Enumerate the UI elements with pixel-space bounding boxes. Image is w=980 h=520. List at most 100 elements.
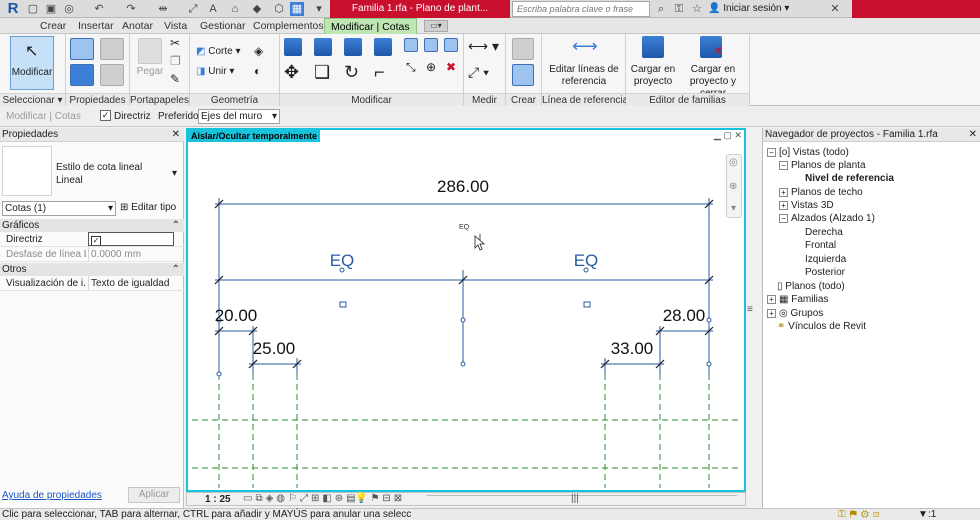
- edit-reference-lines-button[interactable]: ⟷ Editar líneas de referencia: [542, 34, 626, 90]
- text-icon[interactable]: A: [206, 2, 220, 16]
- instance-selector[interactable]: Cotas (1) ▾: [2, 201, 116, 216]
- ribbon-toggle-icon[interactable]: ▭▾: [424, 20, 448, 32]
- horizontal-scrollbar[interactable]: [427, 495, 737, 504]
- view-control-icons-2[interactable]: 💡⚑⊟⊠: [355, 493, 405, 504]
- scale-icon[interactable]: ⤡: [406, 60, 416, 75]
- tree-node-posterior[interactable]: Posterior: [805, 266, 845, 279]
- dim-text-20[interactable]: 20.00: [215, 306, 258, 325]
- exchange-icon[interactable]: ✕: [828, 2, 842, 16]
- delete-icon[interactable]: ✖: [446, 60, 456, 74]
- tab-anotar[interactable]: Anotar: [122, 18, 153, 34]
- join-button[interactable]: ◨ Unir ▾: [196, 66, 234, 77]
- aligned-dim-icon[interactable]: ⤢ ▾: [468, 64, 489, 81]
- section-graphics[interactable]: Gráficos ⌃: [0, 219, 184, 232]
- section-icon[interactable]: ◆: [250, 2, 264, 16]
- tree-node-3d-views[interactable]: + Vistas 3D: [779, 199, 834, 212]
- tree-node-families[interactable]: + ▦ Familias: [767, 293, 828, 306]
- sign-in-area[interactable]: 👤 Iniciar sesión ▾: [708, 0, 789, 18]
- grip-point[interactable]: [216, 371, 222, 377]
- copy-element-icon[interactable]: ❏: [314, 62, 330, 83]
- measure-icon[interactable]: ⇹: [156, 2, 170, 16]
- match-type-icon[interactable]: ✎: [170, 72, 180, 86]
- trim-icon[interactable]: [424, 38, 438, 52]
- move-icon[interactable]: ✥: [284, 62, 299, 83]
- favorites-icon[interactable]: ☆: [690, 2, 704, 16]
- tree-node-nivel-referencia[interactable]: Nivel de referencia: [805, 172, 894, 185]
- dim-text-eq-right[interactable]: EQ: [574, 251, 599, 270]
- directriz-checkbox[interactable]: ✓: [100, 110, 111, 121]
- properties-close-icon[interactable]: ✕: [172, 128, 180, 142]
- grip-point[interactable]: [460, 361, 466, 367]
- apply-button[interactable]: Aplicar: [128, 487, 180, 503]
- status-icons[interactable]: ⚿⚑⚙⊡: [838, 509, 883, 520]
- subscription-icon[interactable]: ⚿: [672, 2, 686, 16]
- array-icon[interactable]: [444, 38, 458, 52]
- redo-icon[interactable]: ↷: [124, 2, 138, 16]
- undo-icon[interactable]: ↶: [92, 2, 106, 16]
- tree-node-frontal[interactable]: Frontal: [805, 239, 836, 252]
- dim-text-eq-left[interactable]: EQ: [330, 251, 355, 270]
- modify-button[interactable]: ↖ Modificar: [10, 36, 54, 90]
- quick-access-dropdown-icon[interactable]: ▾: [312, 2, 326, 16]
- revit-logo-icon[interactable]: R: [2, 0, 24, 18]
- align-icon[interactable]: [284, 38, 302, 56]
- save-icon[interactable]: ▣: [44, 2, 58, 16]
- switch-windows-icon[interactable]: ▦: [290, 2, 304, 16]
- tab-gestionar[interactable]: Gestionar: [200, 18, 246, 34]
- tree-node-groups[interactable]: + ◎ Grupos: [767, 307, 823, 320]
- project-browser-close-icon[interactable]: ✕: [969, 128, 977, 142]
- tree-node-izquierda[interactable]: Izquierda: [805, 253, 846, 266]
- 3d-view-icon[interactable]: ⌂: [228, 2, 242, 16]
- prop-value-directriz[interactable]: ✓: [88, 232, 174, 246]
- type-properties-icon[interactable]: [100, 64, 124, 86]
- create-group-icon[interactable]: [512, 64, 534, 86]
- thin-lines-icon[interactable]: ⬡: [272, 2, 286, 16]
- preferido-select[interactable]: Ejes del muro ▾: [198, 109, 280, 124]
- tab-crear[interactable]: Crear: [40, 18, 66, 34]
- tab-insertar[interactable]: Insertar: [78, 18, 114, 34]
- tab-modificar-cotas[interactable]: Modificar | Cotas: [324, 18, 417, 35]
- create-similar-icon[interactable]: [512, 38, 534, 60]
- grip-point[interactable]: [706, 317, 712, 323]
- edit-type-button[interactable]: ⊞ Editar tipo: [120, 202, 176, 213]
- tree-node-sheets[interactable]: ▯ Planos (todo): [777, 280, 845, 293]
- aligned-dimension-icon[interactable]: ⤢: [186, 2, 200, 16]
- vertical-scrollbar-grip-icon[interactable]: ≡: [747, 304, 753, 315]
- cut-icon[interactable]: ✂: [170, 36, 180, 50]
- load-into-project-button[interactable]: Cargar en proyecto: [628, 34, 678, 90]
- grip-point[interactable]: [706, 361, 712, 367]
- binoculars-icon[interactable]: ⌕: [654, 2, 668, 16]
- rotate-icon[interactable]: ↻: [344, 62, 359, 83]
- grip-point[interactable]: [460, 317, 466, 323]
- dim-text-25[interactable]: 25.00: [253, 339, 296, 358]
- family-types-icon[interactable]: [70, 38, 94, 60]
- tree-node-derecha[interactable]: Derecha: [805, 226, 843, 239]
- tree-node-floor-plans[interactable]: − Planos de planta: [779, 159, 866, 172]
- pin-icon[interactable]: ⊕: [426, 60, 436, 74]
- type-selector-chevron-icon[interactable]: ▾: [172, 168, 177, 179]
- group-label-select[interactable]: Seleccionar ▾: [0, 93, 65, 106]
- view-scale[interactable]: 1 : 25: [205, 494, 231, 505]
- prop-value-offset[interactable]: 0.0000 mm: [88, 247, 174, 261]
- properties-icon[interactable]: [70, 64, 94, 86]
- tab-complementos[interactable]: Complementos: [253, 18, 324, 34]
- offset-icon[interactable]: [314, 38, 332, 56]
- sync-icon[interactable]: ◎: [62, 2, 76, 16]
- open-icon[interactable]: ▢: [26, 2, 40, 16]
- section-other[interactable]: Otros ⌃: [0, 263, 184, 276]
- tree-node-ceiling-plans[interactable]: + Planos de techo: [779, 186, 863, 199]
- family-category-icon[interactable]: [100, 38, 124, 60]
- trim-extend-icon[interactable]: ⌐: [374, 62, 385, 83]
- drag-text-grip-right[interactable]: [583, 301, 591, 308]
- dim-text-28[interactable]: 28.00: [663, 306, 706, 325]
- horizontal-scroll-grip-icon[interactable]: |||: [571, 493, 579, 504]
- filter-icon[interactable]: ▼: [918, 509, 928, 520]
- properties-help-link[interactable]: Ayuda de propiedades: [2, 490, 102, 501]
- cut-geometry-icon[interactable]: ◈: [254, 44, 263, 58]
- mirror-axis-icon[interactable]: [344, 38, 362, 56]
- dim-text-33[interactable]: 33.00: [611, 339, 654, 358]
- drawing-view[interactable]: Aislar/Ocultar temporalmente ▁ ▢ ✕ ◎ ⊕ ▾: [186, 128, 746, 492]
- drag-text-grip-left[interactable]: [339, 301, 347, 308]
- tree-node-elevations[interactable]: − Alzados (Alzado 1): [779, 212, 875, 225]
- prop-value-display[interactable]: Texto de igualdad: [88, 276, 174, 290]
